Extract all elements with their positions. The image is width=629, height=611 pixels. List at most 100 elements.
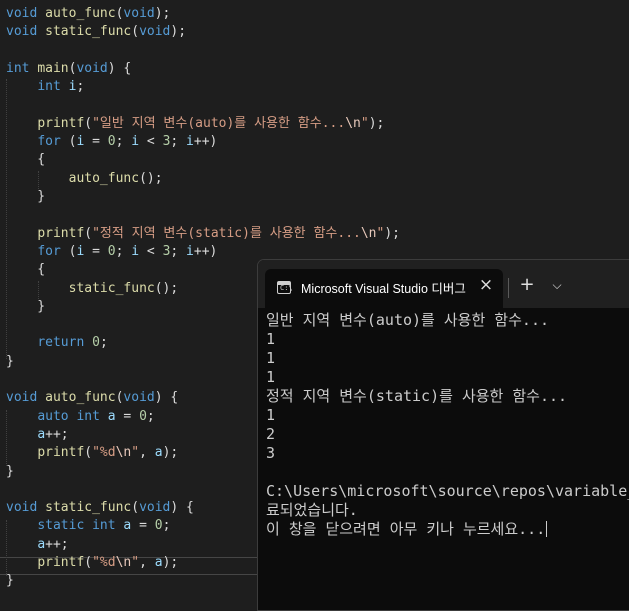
- code-token: =: [84, 243, 108, 259]
- code-token: }: [6, 189, 46, 204]
- code-token: "%d: [92, 445, 116, 461]
- output-line: 2: [266, 425, 276, 443]
- code-token: static_func: [45, 24, 132, 40]
- code-line: a++;: [6, 426, 69, 444]
- code-token: <: [139, 243, 163, 259]
- code-line: {: [6, 261, 45, 279]
- code-token: auto_func: [45, 390, 116, 406]
- console-tab[interactable]: C:\ Microsoft Visual Studio 디버그 ×: [265, 269, 503, 308]
- code-token: );: [162, 445, 179, 461]
- code-line: void static_func(void) {: [6, 499, 194, 517]
- code-token: void: [6, 24, 38, 40]
- code-token: void: [6, 390, 38, 406]
- code-token: ;: [76, 79, 85, 95]
- console-window[interactable]: C:\ Microsoft Visual Studio 디버그 × + ⌵ 일반…: [257, 259, 629, 611]
- code-line: {: [6, 151, 45, 169]
- close-icon[interactable]: ×: [477, 275, 495, 295]
- code-token: for: [37, 134, 61, 150]
- code-token: "정적 지역 변수(static)를 사용한 함수...: [92, 225, 361, 241]
- prompt-text: 이 창을 닫으려면 아무 키나 누르세요...: [266, 520, 546, 538]
- code-token: 0: [107, 134, 116, 150]
- code-token: void: [76, 60, 108, 76]
- code-token: ;: [170, 243, 187, 259]
- output-line: 3: [266, 444, 276, 462]
- code-line: }: [6, 298, 45, 316]
- code-token: (: [84, 225, 93, 241]
- code-line: static_func();: [6, 280, 179, 298]
- code-token: i: [131, 243, 140, 259]
- code-token: }: [6, 353, 14, 369]
- code-token: ++): [193, 134, 218, 150]
- code-token: ) {: [170, 500, 194, 516]
- code-line: return 0;: [6, 334, 107, 352]
- code-token: 0: [92, 335, 100, 351]
- code-line: }: [6, 353, 14, 371]
- code-token: a: [37, 536, 46, 552]
- code-token: void: [6, 6, 38, 21]
- code-token: i: [186, 243, 194, 259]
- console-titlebar[interactable]: C:\ Microsoft Visual Studio 디버그 × + ⌵: [258, 260, 629, 308]
- output-line: 1: [266, 330, 276, 348]
- code-line: printf("일반 지역 변수(auto)를 사용한 함수...\n");: [6, 115, 384, 133]
- code-token: static_func: [45, 500, 132, 516]
- code-token: printf: [37, 115, 85, 131]
- output-line: 1: [266, 368, 276, 386]
- code-token: printf: [37, 555, 85, 570]
- code-token: ++): [193, 243, 218, 259]
- code-line: for (i = 0; i < 3; i++): [6, 243, 217, 261]
- code-token: ++;: [45, 426, 69, 442]
- code-token: }: [6, 573, 14, 589]
- code-token: ++;: [45, 536, 69, 552]
- code-token: ();: [139, 170, 163, 186]
- code-token: (: [84, 445, 93, 461]
- chevron-down-icon[interactable]: ⌵: [546, 274, 568, 296]
- code-token: );: [170, 24, 187, 40]
- code-token: (: [60, 243, 77, 259]
- code-token: ;: [115, 134, 132, 150]
- text-cursor: [546, 521, 548, 537]
- code-token: );: [384, 225, 400, 241]
- code-token: );: [368, 115, 385, 131]
- code-token: void: [139, 500, 171, 516]
- code-line: void auto_func(void);: [6, 5, 170, 23]
- code-token: void: [123, 6, 155, 21]
- code-line: void static_func(void);: [6, 23, 186, 41]
- code-line: auto int a = 0;: [6, 408, 154, 426]
- code-line: printf("%d\n", a);: [6, 444, 178, 462]
- code-token: (: [131, 500, 140, 516]
- code-token: \n: [115, 445, 132, 461]
- code-token: auto_func: [45, 6, 116, 21]
- code-token: auto_func: [68, 170, 140, 186]
- code-token: int: [92, 518, 116, 534]
- new-tab-button[interactable]: +: [516, 274, 538, 296]
- code-token: static_func: [68, 280, 155, 296]
- code-token: {: [6, 152, 46, 168]
- console-output[interactable]: 일반 지역 변수(auto)를 사용한 함수... 1 1 1 정적 지역 변수…: [258, 308, 629, 610]
- code-line: printf("%d\n", a);: [6, 554, 178, 572]
- code-token: for: [37, 243, 61, 259]
- code-token: main: [37, 60, 69, 76]
- code-token: ;: [162, 518, 171, 534]
- code-line: }: [6, 572, 14, 590]
- code-token: 0: [154, 518, 163, 534]
- code-line: }: [6, 188, 45, 206]
- code-token: ": [360, 115, 369, 131]
- code-token: ();: [154, 280, 179, 296]
- code-token: 0: [139, 408, 147, 424]
- code-line: a++;: [6, 536, 69, 554]
- output-line: 1: [266, 349, 276, 367]
- code-token: (: [84, 555, 93, 570]
